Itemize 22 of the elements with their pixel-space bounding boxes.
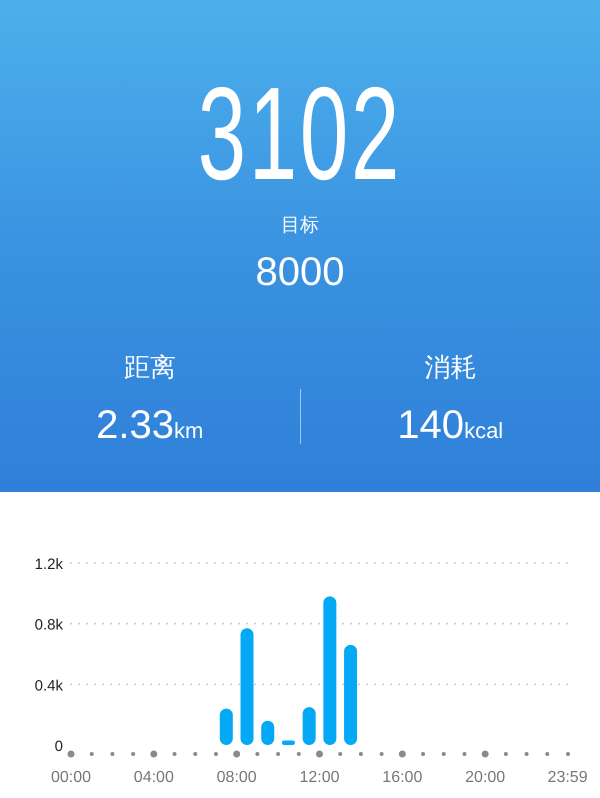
x-tick-label: 04:00 xyxy=(134,769,174,786)
bar xyxy=(282,740,295,745)
step-count: 3102 xyxy=(198,68,402,200)
goal-value: 8000 xyxy=(256,250,344,295)
x-tick-label: 20:00 xyxy=(465,769,506,786)
stat-value: 2.33km xyxy=(96,403,204,448)
x-tick-label: 16:00 xyxy=(382,769,422,786)
x-tick-label: 08:00 xyxy=(216,769,257,786)
x-tick-label: 12:00 xyxy=(299,769,340,786)
x-tick-label: 00:00 xyxy=(50,769,92,786)
stat-label: 消耗 xyxy=(424,352,476,385)
bar xyxy=(261,720,274,745)
stat-label: 距离 xyxy=(124,352,176,385)
y-tick-label: 0 xyxy=(54,738,63,755)
bar xyxy=(302,707,316,745)
y-tick-label: 0.8k xyxy=(34,616,63,634)
y-tick-label: 0.4k xyxy=(34,677,63,694)
stat-value: 140kcal xyxy=(397,403,504,448)
bar xyxy=(220,708,233,745)
goal-label: 目标 xyxy=(281,213,319,238)
y-tick-label: 1.2k xyxy=(34,556,63,573)
x-tick-label: 23:59 xyxy=(548,769,588,786)
